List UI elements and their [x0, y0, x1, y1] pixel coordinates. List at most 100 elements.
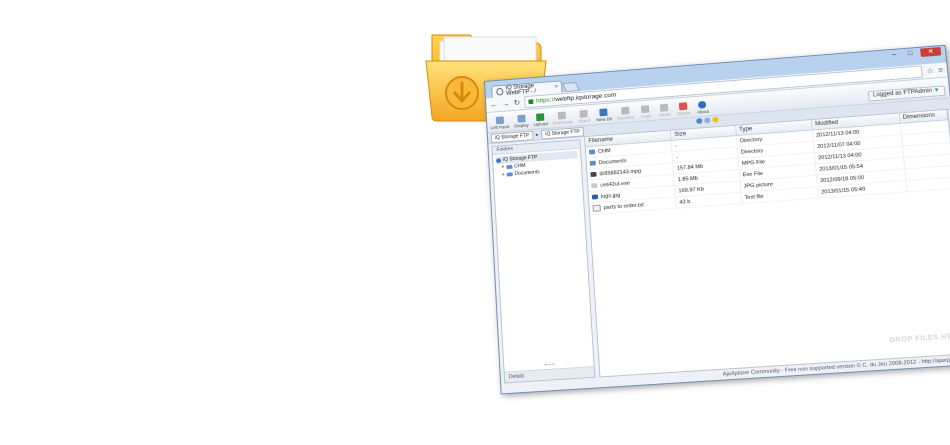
folder-icon [506, 172, 513, 177]
toolbar-button-label: Upload [533, 121, 548, 127]
back-icon[interactable]: ← [490, 100, 498, 109]
cell-text: dr85882143.mpg [599, 168, 642, 177]
left-pane-icon [495, 116, 504, 125]
exe-icon [591, 182, 598, 188]
upload-icon [536, 113, 545, 122]
move-button[interactable]: Move [657, 103, 672, 117]
toolbar-button-label: Share [578, 118, 591, 124]
cell-text: - [675, 142, 678, 149]
cell-dims [905, 176, 950, 192]
display-icon [516, 114, 526, 123]
delete-icon [679, 102, 688, 111]
reload-icon[interactable]: ↻ [513, 98, 520, 107]
toolbar-button-label: Display [514, 122, 529, 129]
move-icon [660, 103, 669, 112]
cell-text: JPG picture [743, 181, 774, 190]
about-button[interactable]: About [695, 100, 710, 115]
resize-grip[interactable] [544, 363, 555, 367]
search-icon[interactable] [704, 117, 711, 124]
favicon-icon [496, 87, 504, 96]
download-icon [557, 111, 567, 120]
cell-text: 157.84 Mb [676, 163, 704, 172]
cell-text: Documents [598, 157, 627, 166]
new-folder-icon [599, 108, 608, 117]
chevron-down-icon: ▼ [933, 87, 941, 94]
toolbar-button-label: Left Pane [490, 124, 510, 131]
folder-icon [506, 164, 513, 170]
new-dir-button[interactable]: New Dir [596, 108, 613, 123]
login-label: Logged as FTPAdmin [872, 88, 933, 99]
ajaxplorer-app: Left Pane Display Upload Download Share New D… [486, 77, 950, 394]
toolbar-button-label: About [696, 109, 710, 115]
copy-icon [641, 105, 650, 114]
cell-text: parts to order.txt [603, 202, 644, 211]
file-list-panel: Filename Size Type Modified Dimensions CHM - D… [584, 108, 950, 378]
close-window-button[interactable]: ✕ [920, 47, 942, 58]
cell-text: CHM [597, 147, 611, 155]
copy-button[interactable]: Copy [638, 105, 653, 119]
url-scheme: https:// [535, 96, 556, 105]
separator-icon: ▸ [535, 131, 539, 138]
cell-text: Text file [744, 193, 764, 201]
cell-text: 43 b [679, 198, 691, 206]
share-button[interactable]: Share [577, 109, 592, 124]
cell-text: 1.85 Mb [677, 175, 699, 183]
cell-text: ces42ut.exe [600, 180, 631, 189]
tree-item-label: CHM [514, 163, 526, 170]
cell-text: 2012/11/07 04:00 [816, 140, 861, 150]
maximize-button[interactable]: □ [904, 49, 917, 58]
bookmark-icon[interactable] [712, 116, 719, 123]
cell-text: 2013/01/15 05:49 [820, 186, 866, 196]
server-icon [496, 157, 502, 163]
rename-button[interactable]: Rename [616, 106, 635, 121]
cell-text: 2013/01/15 05:54 [818, 163, 864, 173]
folders-sidebar: Folders iQ Storage FTP + CHM + Documents… [491, 139, 596, 384]
url-host: webftp.iqstorage.com [554, 91, 617, 104]
display-button[interactable]: Display [514, 114, 529, 128]
refresh-icon[interactable] [696, 117, 703, 124]
cell-text: 169.97 Kb [678, 186, 705, 194]
cell-text: 2012/11/13 04:00 [817, 151, 862, 161]
browser-menu-icon[interactable]: ≡ [938, 66, 944, 75]
image-icon [591, 193, 599, 200]
cell-text: Exe File [742, 170, 764, 178]
tab-close-icon[interactable]: × [555, 84, 559, 90]
breadcrumb-item[interactable]: iQ Storage FTP [490, 130, 534, 143]
cell-text: 2012/11/13 04:00 [815, 129, 860, 139]
rename-icon [620, 106, 630, 115]
folder-icon [589, 160, 596, 166]
toolbar-button-label: New Dir [596, 116, 613, 123]
cell-text: Directory [739, 136, 763, 144]
video-icon [590, 171, 597, 177]
expand-icon[interactable]: + [502, 172, 505, 178]
minimize-button[interactable]: – [887, 50, 900, 59]
dropzone-label[interactable]: DROP FILES HERE [889, 333, 950, 345]
text-file-icon [592, 204, 601, 212]
toolbar-button-label: Download [552, 119, 573, 126]
forward-icon[interactable]: → [502, 99, 510, 108]
bookmark-star-icon[interactable]: ☆ [926, 66, 934, 75]
toolbar-button-label: Delete [677, 110, 691, 117]
details-panel-header[interactable]: Details [504, 366, 595, 383]
upload-button[interactable]: Upload [533, 113, 548, 127]
expand-icon[interactable]: + [501, 165, 504, 171]
breadcrumb-item[interactable]: iQ Storage FTP [541, 126, 585, 139]
cell-text: 2012/09/18 05:00 [819, 174, 865, 184]
cell-text: MPG File [741, 159, 766, 167]
cell-text: - [675, 154, 679, 160]
browser-window: iQ Storage WebFTP - / × – □ ✕ ← → ↻ http… [484, 44, 950, 395]
tree-item-label: Documents [514, 169, 540, 177]
toolbar-button-label: Rename [616, 114, 635, 121]
delete-button[interactable]: Delete [676, 102, 691, 116]
cell-text: logo.jpg [600, 192, 621, 200]
lock-icon [527, 99, 534, 105]
download-button[interactable]: Download [552, 111, 573, 126]
left-pane-button[interactable]: Left Pane [490, 116, 510, 131]
share-icon [579, 109, 589, 118]
cell-text: Directory [740, 147, 764, 156]
folder-icon [588, 149, 596, 155]
info-icon [698, 100, 707, 109]
toolbar-button-label: Copy [640, 113, 652, 119]
details-label: Details [508, 373, 525, 381]
toolbar-button-label: Move [659, 111, 671, 118]
